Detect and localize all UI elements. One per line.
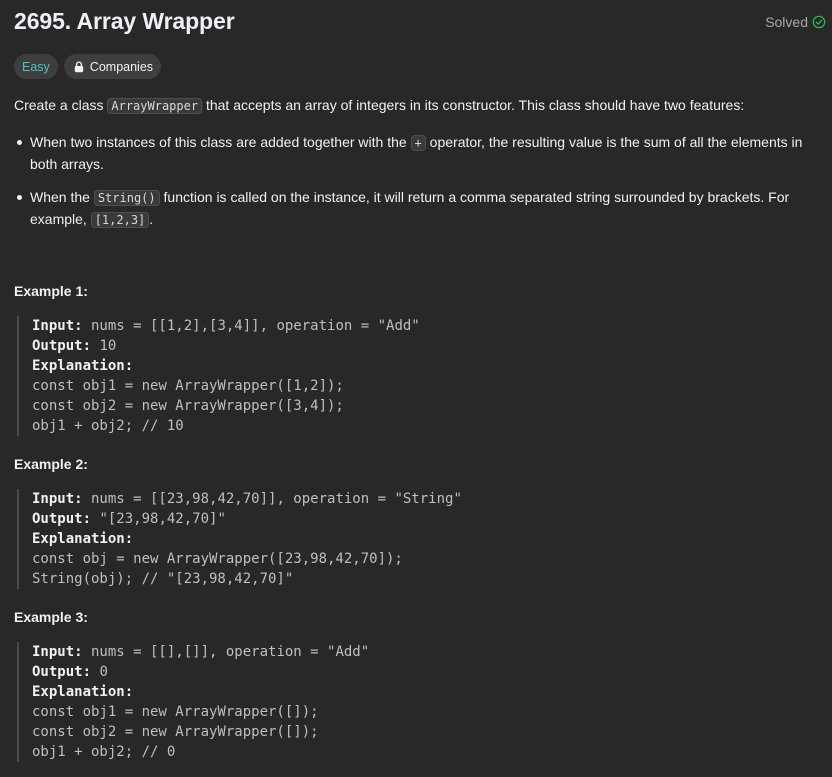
check-circle-icon xyxy=(812,15,826,29)
input-label: Input: xyxy=(32,491,83,507)
output-label: Output: xyxy=(32,664,92,680)
companies-button[interactable]: Companies xyxy=(63,54,162,79)
code-line: const obj2 = new ArrayWrapper([]); xyxy=(32,724,319,740)
input-value: nums = [[23,98,42,70]], operation = "Str… xyxy=(82,491,462,507)
example-block: Input: nums = [[23,98,42,70]], operation… xyxy=(17,489,462,589)
inline-code: + xyxy=(410,135,426,151)
code-line: const obj2 = new ArrayWrapper([3,4]); xyxy=(32,398,344,414)
code-line: const obj1 = new ArrayWrapper([]); xyxy=(32,704,319,720)
example-block: Input: nums = [[],[]], operation = "Add"… xyxy=(17,642,369,762)
solved-label: Solved xyxy=(765,14,808,30)
code-line: const obj1 = new ArrayWrapper([1,2]); xyxy=(32,378,344,394)
explanation-label: Explanation: xyxy=(32,358,134,374)
input-value: nums = [[],[]], operation = "Add" xyxy=(82,644,370,660)
explanation-label: Explanation: xyxy=(32,684,134,700)
code-line: String(obj); // "[23,98,42,70]" xyxy=(32,571,294,587)
intro-text: that accepts an array of integers in its… xyxy=(202,97,745,113)
feature-text: When two instances of this class are add… xyxy=(30,134,411,150)
intro-text: Create a class xyxy=(14,97,108,113)
code-line: obj1 + obj2; // 0 xyxy=(32,744,176,760)
feature-text: When the xyxy=(30,189,94,205)
inline-code: [1,2,3] xyxy=(90,212,150,228)
output-value: 0 xyxy=(91,664,108,680)
output-value: 10 xyxy=(91,338,117,354)
code-line: obj1 + obj2; // 10 xyxy=(32,418,184,434)
explanation-label: Explanation: xyxy=(32,531,134,547)
problem-intro: Create a class ArrayWrapper that accepts… xyxy=(14,95,814,117)
example-block: Input: nums = [[1,2],[3,4]], operation =… xyxy=(17,316,420,436)
companies-label: Companies xyxy=(89,59,154,74)
output-label: Output: xyxy=(32,511,92,527)
inline-code: String() xyxy=(93,190,160,206)
problem-title: 2695. Array Wrapper xyxy=(14,8,235,34)
feature-list: When two instances of this class are add… xyxy=(14,132,820,243)
output-value: "[23,98,42,70]" xyxy=(91,511,226,527)
code-line: const obj = new ArrayWrapper([23,98,42,7… xyxy=(32,551,403,567)
example-title: Example 1: xyxy=(14,283,88,299)
output-label: Output: xyxy=(32,338,92,354)
tag-row: Easy Companies xyxy=(14,54,162,79)
example-title: Example 3: xyxy=(14,609,88,625)
input-label: Input: xyxy=(32,644,83,660)
feature-text: . xyxy=(149,211,154,227)
feature-item: When two instances of this class are add… xyxy=(17,132,820,175)
difficulty-badge[interactable]: Easy xyxy=(14,54,58,79)
input-value: nums = [[1,2],[3,4]], operation = "Add" xyxy=(82,318,420,334)
lock-icon xyxy=(74,61,83,72)
feature-item: When the String() function is called on … xyxy=(17,187,820,231)
example-title: Example 2: xyxy=(14,456,88,472)
input-label: Input: xyxy=(32,318,83,334)
solved-status: Solved xyxy=(765,14,826,30)
inline-code: ArrayWrapper xyxy=(107,98,203,114)
